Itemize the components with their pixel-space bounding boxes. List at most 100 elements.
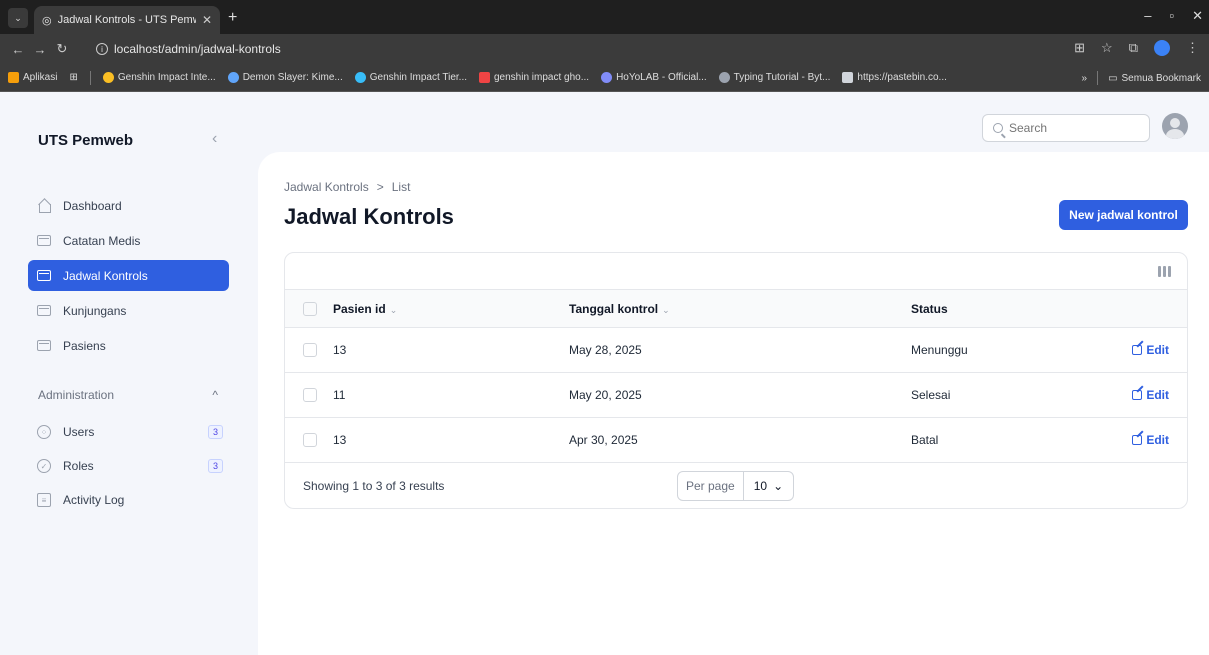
table-row[interactable]: 11 May 20, 2025 Selesai Edit [285, 373, 1187, 418]
sidebar-item-kunjungans[interactable]: Kunjungans [28, 295, 229, 326]
edit-icon [1132, 345, 1143, 355]
records-table: Pasien id ⌄ Tanggal kontrol ⌄ Status 13 Ma… [284, 252, 1188, 509]
global-search[interactable] [982, 114, 1150, 142]
bookmarks-divider [89, 70, 91, 85]
per-page-select[interactable]: Per page 10 ⌄ [677, 471, 795, 501]
edit-button[interactable]: Edit [1111, 343, 1187, 357]
more-bookmarks-icon[interactable]: » [1082, 73, 1088, 84]
translate-icon[interactable]: ⊞ [1074, 40, 1085, 56]
count-badge: 3 [208, 425, 223, 439]
new-tab-icon[interactable]: + [228, 9, 237, 27]
main-content: Jadwal Kontrols > List Jadwal Kontrols N… [258, 152, 1209, 655]
table-footer: Showing 1 to 3 of 3 results Per page 10 ⌄ [285, 463, 1187, 508]
bookmark-item[interactable]: Typing Tutorial - Byt... [718, 72, 830, 83]
bookmark-favicon [354, 72, 366, 83]
select-all-checkbox[interactable] [303, 301, 317, 316]
reload-icon[interactable]: ↻ [54, 41, 70, 57]
sidebar-item-users[interactable]: ⁘ Users 3 [28, 415, 229, 449]
row-checkbox[interactable] [303, 433, 317, 447]
per-page-label: Per page [678, 472, 744, 500]
group-title: Administration [38, 388, 115, 402]
bookmarks-divider [1097, 71, 1099, 85]
sidebar-item-activity-log[interactable]: ≡ Activity Log [28, 483, 229, 517]
forward-icon[interactable]: → [32, 42, 48, 57]
tab-close-icon[interactable]: ✕ [202, 13, 212, 27]
search-input[interactable] [1009, 121, 1139, 135]
column-header-status: Status [911, 301, 948, 316]
bookmark-item[interactable]: Genshin Impact Tier... [354, 72, 467, 83]
sidebar-item-roles[interactable]: ✓ Roles 3 [28, 449, 229, 483]
brand-title[interactable]: UTS Pemweb [38, 132, 133, 149]
bookmark-favicon [601, 72, 613, 83]
all-bookmarks[interactable]: ▭ Semua Bookmark [1108, 73, 1201, 84]
tab-search-icon[interactable]: ⌄ [8, 8, 28, 28]
sidebar-item-label: Catatan Medis [63, 233, 141, 248]
sidebar-item-dashboard[interactable]: Dashboard [28, 190, 229, 221]
columns-toggle-icon[interactable] [1158, 266, 1171, 277]
collapse-sidebar-icon[interactable]: ‹ [212, 130, 217, 148]
grid-shortcut-icon[interactable]: ⊞ [69, 72, 77, 83]
profile-icon[interactable] [1154, 40, 1170, 56]
inbox-icon [37, 270, 51, 281]
bookmark-item[interactable]: Genshin Impact Inte... [102, 72, 216, 83]
group-administration-header[interactable]: Administration ^ [38, 388, 218, 402]
results-summary: Showing 1 to 3 of 3 results [303, 479, 445, 493]
inbox-icon [37, 305, 51, 316]
count-badge: 3 [208, 459, 223, 473]
new-jadwal-kontrol-button[interactable]: New jadwal kontrol [1059, 200, 1188, 230]
extensions-icon[interactable]: ⧉ [1129, 40, 1138, 56]
cell-pasien-id: 13 [333, 343, 347, 357]
search-icon [993, 123, 1003, 133]
column-header-tanggal-kontrol[interactable]: Tanggal kontrol ⌄ [569, 302, 911, 316]
per-page-value[interactable]: 10 ⌄ [744, 479, 793, 493]
bookmark-apps[interactable]: Aplikasi [8, 72, 57, 83]
row-checkbox[interactable] [303, 388, 317, 402]
globe-icon [718, 72, 730, 83]
back-icon[interactable]: ← [10, 42, 26, 57]
sidebar-item-catatan-medis[interactable]: Catatan Medis [28, 225, 229, 256]
sidebar-item-jadwal-kontrols[interactable]: Jadwal Kontrols [28, 260, 229, 291]
column-header-pasien-id[interactable]: Pasien id ⌄ [333, 302, 569, 316]
row-checkbox[interactable] [303, 343, 317, 357]
site-info-icon[interactable]: i [96, 43, 108, 55]
breadcrumb-link[interactable]: Jadwal Kontrols [284, 180, 369, 194]
browser-menu-icon[interactable]: ⋮ [1186, 40, 1199, 56]
sidebar-item-label: Activity Log [63, 493, 125, 507]
cell-tanggal-kontrol: May 20, 2025 [569, 388, 642, 402]
table-row[interactable]: 13 Apr 30, 2025 Batal Edit [285, 418, 1187, 463]
bookmark-favicon [102, 72, 114, 83]
edit-button[interactable]: Edit [1111, 388, 1187, 402]
bookmark-item[interactable]: https://pastebin.co... [842, 72, 947, 83]
breadcrumb-separator-icon: > [376, 180, 384, 194]
edit-button[interactable]: Edit [1111, 433, 1187, 447]
sidebar-nav: Dashboard Catatan Medis Jadwal Kontrols … [28, 190, 229, 365]
browser-tab-bar: ⌄ ◎ Jadwal Kontrols - UTS Pemweb ✕ + – ▫… [0, 0, 1209, 34]
bookmark-item[interactable]: Demon Slayer: Kime... [227, 72, 343, 83]
edit-icon [1132, 390, 1143, 400]
users-icon: ⁘ [37, 425, 51, 439]
breadcrumb-current: List [391, 180, 411, 194]
url-field[interactable]: i localhost/admin/jadwal-kontrols [96, 38, 1106, 60]
sidebar-item-label: Dashboard [63, 198, 122, 213]
bookmark-star-icon[interactable]: ☆ [1101, 40, 1113, 56]
bookmark-item[interactable]: HoYoLAB - Official... [601, 72, 707, 83]
sidebar-item-pasiens[interactable]: Pasiens [28, 330, 229, 361]
close-window-icon[interactable]: ✕ [1192, 8, 1203, 24]
sidebar-item-label: Users [63, 425, 95, 439]
restore-icon[interactable]: ▫ [1169, 8, 1174, 24]
browser-tab[interactable]: ◎ Jadwal Kontrols - UTS Pemweb ✕ [34, 6, 220, 34]
sidebar-item-label: Roles [63, 459, 94, 473]
sidebar-item-label: Kunjungans [63, 303, 127, 318]
edit-icon [1132, 435, 1143, 445]
avatar[interactable] [1162, 113, 1188, 139]
cell-tanggal-kontrol: Apr 30, 2025 [569, 433, 638, 447]
chevron-down-icon: ⌄ [662, 304, 670, 315]
cell-pasien-id: 13 [333, 433, 347, 447]
home-icon [37, 199, 51, 213]
bookmark-item[interactable]: genshin impact gho... [479, 72, 589, 83]
address-bar-actions: ⊞ ☆ ⧉ ⋮ [1074, 40, 1199, 56]
table-row[interactable]: 13 May 28, 2025 Menunggu Edit [285, 328, 1187, 373]
minimize-icon[interactable]: – [1144, 8, 1151, 24]
folder-icon: ▭ [1108, 72, 1118, 84]
chevron-up-icon[interactable]: ^ [212, 388, 218, 402]
